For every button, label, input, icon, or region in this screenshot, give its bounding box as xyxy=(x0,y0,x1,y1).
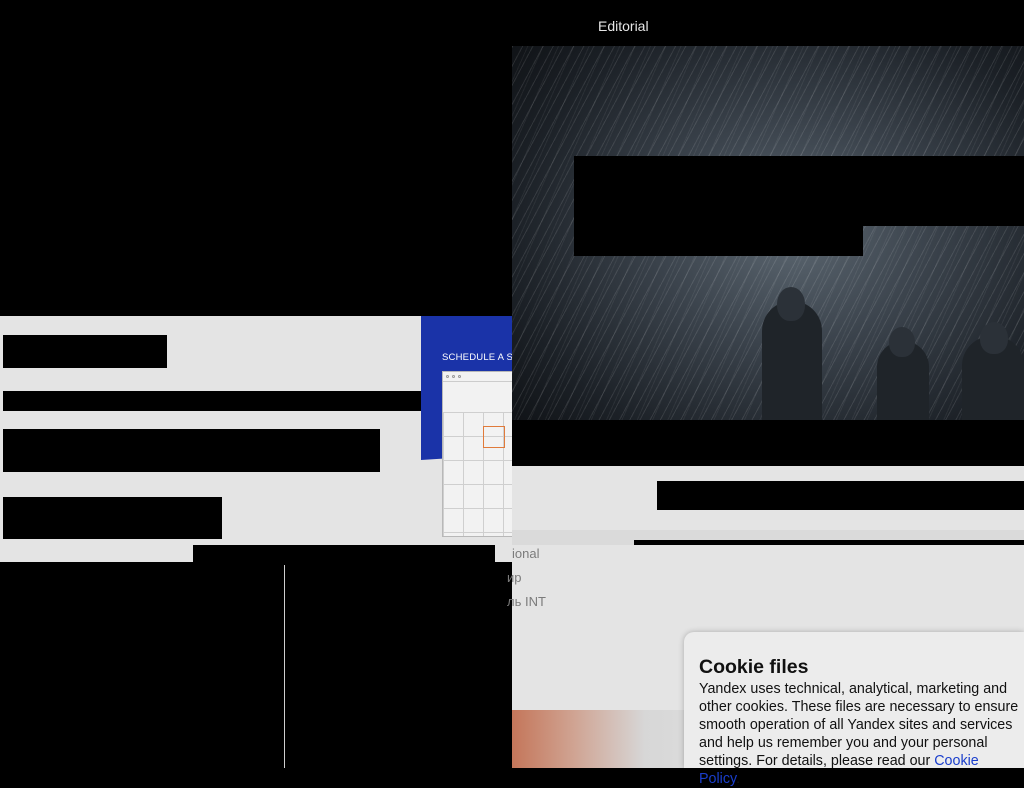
left-content-panel: SCHEDULE A SE xyxy=(0,316,512,562)
left-bottom-redacted-area xyxy=(0,562,512,768)
cookie-dialog-title: Cookie files xyxy=(699,656,809,678)
promo-image[interactable] xyxy=(512,710,702,768)
calendar-selected-day xyxy=(483,426,505,448)
window-dot-icon xyxy=(458,375,461,378)
redacted-caption xyxy=(193,545,495,562)
window-dot-icon xyxy=(446,375,449,378)
hero-image-rain-night xyxy=(512,46,1024,466)
hero-figure-head xyxy=(980,322,1008,354)
cookie-dialog-text: Yandex uses technical, analytical, marke… xyxy=(699,680,1021,788)
redacted-link[interactable] xyxy=(657,481,1024,510)
column-divider xyxy=(284,565,285,768)
hero-figure xyxy=(762,287,822,426)
redacted-text-block xyxy=(3,429,380,472)
left-top-redacted-area xyxy=(0,0,512,316)
redacted-tab-indicator xyxy=(634,540,1024,545)
menu-item[interactable]: ир xyxy=(507,570,522,585)
schedule-label: SCHEDULE A SE xyxy=(442,352,512,363)
right-header-bar xyxy=(512,0,1024,46)
redacted-hero-title-line2 xyxy=(574,226,863,256)
window-dot-icon xyxy=(452,375,455,378)
menu-item[interactable]: ional xyxy=(512,546,539,561)
hero-figure xyxy=(877,327,929,431)
redacted-heading xyxy=(3,335,167,368)
hero-figure-head xyxy=(777,287,805,321)
cookie-dialog-period: . xyxy=(736,771,741,787)
redacted-hero-title xyxy=(574,156,1024,226)
menu-item[interactable]: ль INT xyxy=(507,594,546,609)
editorial-label[interactable]: Editorial xyxy=(598,18,649,34)
hero-figure-head xyxy=(889,327,915,357)
redacted-hero-caption xyxy=(512,420,1024,466)
redacted-button[interactable] xyxy=(3,497,222,539)
calendar-toolbar xyxy=(443,372,512,382)
calendar-preview-image xyxy=(442,371,512,537)
